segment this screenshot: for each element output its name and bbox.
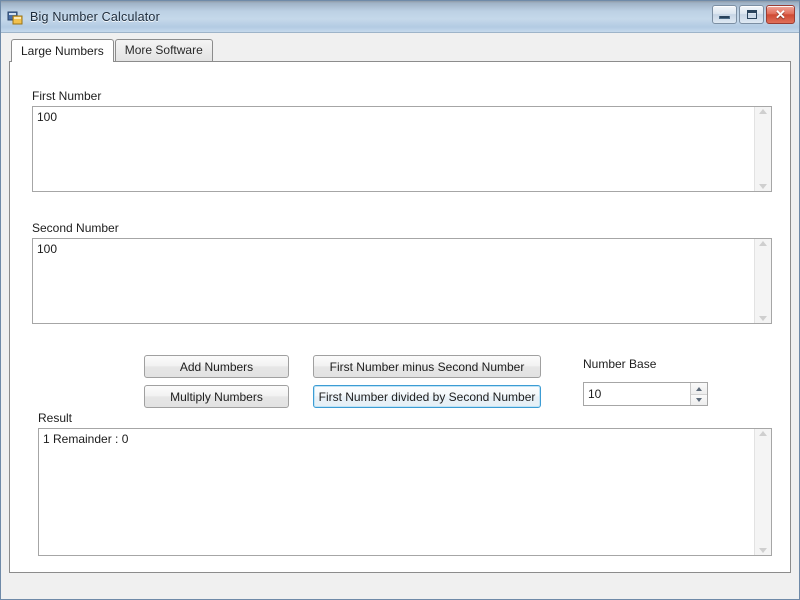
add-numbers-button[interactable]: Add Numbers	[144, 355, 289, 378]
multiply-numbers-label: Multiply Numbers	[170, 389, 263, 404]
window-title: Big Number Calculator	[30, 9, 160, 24]
divide-numbers-button[interactable]: First Number divided by Second Number	[313, 385, 541, 408]
window-bottom-strip	[9, 573, 791, 599]
scroll-up-icon[interactable]	[759, 241, 767, 246]
result-label: Result	[38, 411, 73, 425]
subtract-numbers-button[interactable]: First Number minus Second Number	[313, 355, 541, 378]
tab-more-software[interactable]: More Software	[114, 39, 213, 61]
result-scrollbar[interactable]	[754, 429, 771, 555]
number-base-increment-button[interactable]	[691, 383, 707, 394]
close-icon: ✕	[775, 7, 786, 22]
first-number-value[interactable]: 100	[33, 107, 754, 191]
number-base-value[interactable]: 10	[584, 383, 690, 405]
tab-strip: Large Numbers More Software	[9, 39, 791, 62]
scroll-down-icon[interactable]	[759, 184, 767, 189]
first-number-scrollbar[interactable]	[754, 107, 771, 191]
scroll-down-icon[interactable]	[759, 316, 767, 321]
maximize-button[interactable]	[739, 5, 764, 24]
second-number-label: Second Number	[32, 221, 119, 235]
second-number-textbox[interactable]: 100	[32, 238, 772, 324]
app-icon	[7, 9, 23, 25]
tab-large-numbers-label: Large Numbers	[21, 44, 104, 58]
divide-numbers-label: First Number divided by Second Number	[318, 389, 536, 404]
minimize-button[interactable]	[712, 5, 737, 24]
second-number-scrollbar[interactable]	[754, 239, 771, 323]
number-base-spinner[interactable]: 10	[583, 382, 708, 406]
tab-more-software-label: More Software	[124, 43, 203, 57]
tab-control: Large Numbers More Software First Number…	[9, 39, 791, 573]
client-area: Large Numbers More Software First Number…	[1, 33, 799, 599]
tab-large-numbers[interactable]: Large Numbers	[11, 39, 114, 62]
scroll-down-icon[interactable]	[759, 548, 767, 553]
title-bar[interactable]: Big Number Calculator ✕	[1, 1, 799, 33]
spinner-up-icon	[696, 386, 702, 391]
window-controls: ✕	[712, 5, 795, 24]
first-number-label: First Number	[32, 89, 102, 103]
result-textbox[interactable]: 1 Remainder : 0	[38, 428, 772, 556]
subtract-numbers-label: First Number minus Second Number	[329, 359, 525, 374]
tab-page-large-numbers: First Number 100 Second Number 100 Add N…	[9, 61, 791, 573]
add-numbers-label: Add Numbers	[179, 359, 254, 374]
number-base-spin-buttons	[690, 383, 707, 405]
first-number-textbox[interactable]: 100	[32, 106, 772, 192]
multiply-numbers-button[interactable]: Multiply Numbers	[144, 385, 289, 408]
maximize-icon	[746, 10, 757, 19]
second-number-value[interactable]: 100	[33, 239, 754, 323]
application-window: Big Number Calculator ✕ Large Numbers Mo…	[0, 0, 800, 600]
number-base-label: Number Base	[583, 357, 657, 371]
scroll-up-icon[interactable]	[759, 109, 767, 114]
result-value[interactable]: 1 Remainder : 0	[39, 429, 754, 555]
close-button[interactable]: ✕	[766, 5, 795, 24]
number-base-decrement-button[interactable]	[691, 394, 707, 405]
scroll-up-icon[interactable]	[759, 431, 767, 436]
spinner-down-icon	[696, 398, 702, 402]
minimize-icon	[719, 16, 730, 19]
